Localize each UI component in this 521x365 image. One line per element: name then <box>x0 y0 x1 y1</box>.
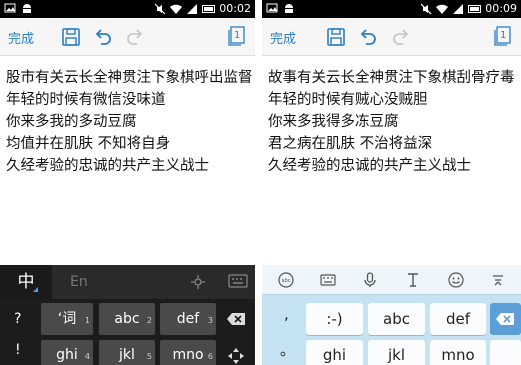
settings-icon[interactable] <box>191 275 205 289</box>
status-time: 00:02 <box>219 2 251 15</box>
wifi-icon <box>170 4 183 14</box>
android-icon <box>285 4 293 13</box>
page-count: 1 <box>234 30 241 41</box>
smiley-icon[interactable] <box>448 272 464 288</box>
android-icon <box>23 4 31 13</box>
document-text[interactable]: 故事有关云长全神贯注下象棋刮骨疗毒 年轻的时候有贼心没贼胆 你来多我得多冻豆腐 … <box>268 67 521 177</box>
key-def[interactable]: def <box>430 303 486 335</box>
key-emoticon[interactable]: :-) <box>306 303 363 335</box>
cursor-move-icon[interactable] <box>228 348 244 364</box>
key-2[interactable]: abc 2 <box>99 303 155 335</box>
key-mno[interactable]: mno <box>430 340 486 365</box>
text-line: 年轻的时候有贼心没贼胆 <box>268 92 428 108</box>
key-label: ghi <box>56 347 78 363</box>
key-label: ‘词 <box>57 311 77 327</box>
mute-icon <box>420 3 432 14</box>
lang-chinese-button[interactable]: 中 <box>0 265 52 299</box>
key-number: 4 <box>84 352 90 361</box>
text-line: 久经考验的忠诚的共产主义战士 <box>268 158 471 174</box>
undo-icon[interactable] <box>92 26 114 48</box>
wifi-icon <box>436 4 449 14</box>
sim-icon <box>187 3 198 14</box>
redo-icon[interactable] <box>390 26 412 48</box>
text-line: 你来多我得多冻豆腐 <box>268 114 399 130</box>
battery-icon <box>468 5 482 13</box>
text-line: 股市有关云长全神贯注下象棋呼出监督 <box>6 70 253 86</box>
key-5[interactable]: jkl 5 <box>99 340 155 365</box>
key-label: jkl <box>119 347 135 363</box>
keyboard-icon[interactable] <box>320 272 336 288</box>
key-label: mno <box>172 347 204 363</box>
left-screenshot: 00:02 完成 1 股市有关云长全神贯注下象棋呼出监督 年轻的时候有微信没味道… <box>0 0 255 365</box>
page-counter-icon[interactable]: 1 <box>494 26 512 46</box>
page-count: 1 <box>500 30 507 41</box>
document-text[interactable]: 股市有关云长全神贯注下象棋呼出监督 年轻的时候有微信没味道 你来多我的多动豆腐 … <box>6 67 255 177</box>
status-bar: 00:09 <box>262 0 521 18</box>
corner-triangle-icon <box>33 287 38 292</box>
right-screenshot: 00:09 完成 1 故事有关云长全神贯注下象棋刮骨疗毒 年轻的时候有贼心没贼胆… <box>262 0 521 365</box>
chinese-keyboard: 中 En ? ! ‘词 1 abc 2 def 3 ghi 4 jkl 5 mn… <box>0 265 255 365</box>
key-abc[interactable]: abc <box>368 303 425 335</box>
delete-button[interactable] <box>490 303 521 335</box>
image-icon <box>266 3 278 13</box>
comma-key[interactable]: , <box>284 305 289 323</box>
keyboard-top-bar: 中 En <box>0 265 255 299</box>
text-line: 君之病在肌肤 不治将益深 <box>268 136 433 152</box>
lang-english-button[interactable]: En <box>70 265 88 299</box>
key-ghi[interactable]: ghi <box>306 340 363 365</box>
emoji-keyboard-icon[interactable]: abc <box>278 272 294 288</box>
key-number: 1 <box>84 316 90 325</box>
status-bar: 00:02 <box>0 0 255 18</box>
key-6[interactable]: mno 6 <box>160 340 216 365</box>
text-line: 你来多我的多动豆腐 <box>6 114 137 130</box>
key-jkl[interactable]: jkl <box>368 340 425 365</box>
text-line: 均值并在肌肤 不知将自身 <box>6 136 171 152</box>
key-number: 3 <box>207 316 213 325</box>
image-icon <box>4 3 16 13</box>
keyboard-top-bar: abc <box>262 265 521 295</box>
editor-toolbar: 完成 1 <box>262 18 521 56</box>
delete-icon[interactable] <box>227 313 245 325</box>
divider <box>255 0 262 365</box>
undo-icon[interactable] <box>357 26 379 48</box>
redo-icon[interactable] <box>124 26 146 48</box>
key-label: abc <box>114 311 140 327</box>
status-time: 00:09 <box>485 2 517 15</box>
question-key[interactable]: ? <box>14 311 21 327</box>
mute-icon <box>154 3 166 14</box>
chinese-keyboard-light: abc , 。 :-) abc def ghi jkl mno <box>262 265 521 365</box>
done-button[interactable]: 完成 <box>8 28 34 47</box>
text-line: 久经考验的忠诚的共产主义战士 <box>6 158 209 174</box>
key-4[interactable]: ghi 4 <box>41 340 93 365</box>
editor-toolbar: 完成 1 <box>0 18 255 56</box>
key-number: 2 <box>146 316 152 325</box>
battery-icon <box>202 5 216 13</box>
page-counter-icon[interactable]: 1 <box>228 26 246 46</box>
keyboard-icon[interactable] <box>228 273 248 289</box>
text-cursor-icon[interactable] <box>405 272 421 288</box>
key-1[interactable]: ‘词 1 <box>41 303 93 335</box>
key-label: def <box>176 311 200 327</box>
svg-text:abc: abc <box>282 278 291 284</box>
sim-icon <box>453 3 464 14</box>
delete-icon <box>496 313 514 325</box>
done-button[interactable]: 完成 <box>270 28 296 47</box>
mic-icon[interactable] <box>362 272 378 288</box>
text-line: 年轻的时候有微信没味道 <box>6 92 166 108</box>
key-side[interactable] <box>490 340 521 365</box>
key-3[interactable]: def 3 <box>160 303 216 335</box>
hide-keyboard-icon[interactable] <box>490 272 506 288</box>
text-line: 故事有关云长全神贯注下象棋刮骨疗毒 <box>268 70 515 86</box>
key-number: 6 <box>207 352 213 361</box>
save-icon[interactable] <box>60 26 82 48</box>
save-icon[interactable] <box>325 26 347 48</box>
period-key[interactable]: 。 <box>280 339 295 360</box>
key-number: 5 <box>146 352 152 361</box>
exclaim-key[interactable]: ! <box>15 342 21 358</box>
lang-chinese-label: 中 <box>17 272 35 292</box>
